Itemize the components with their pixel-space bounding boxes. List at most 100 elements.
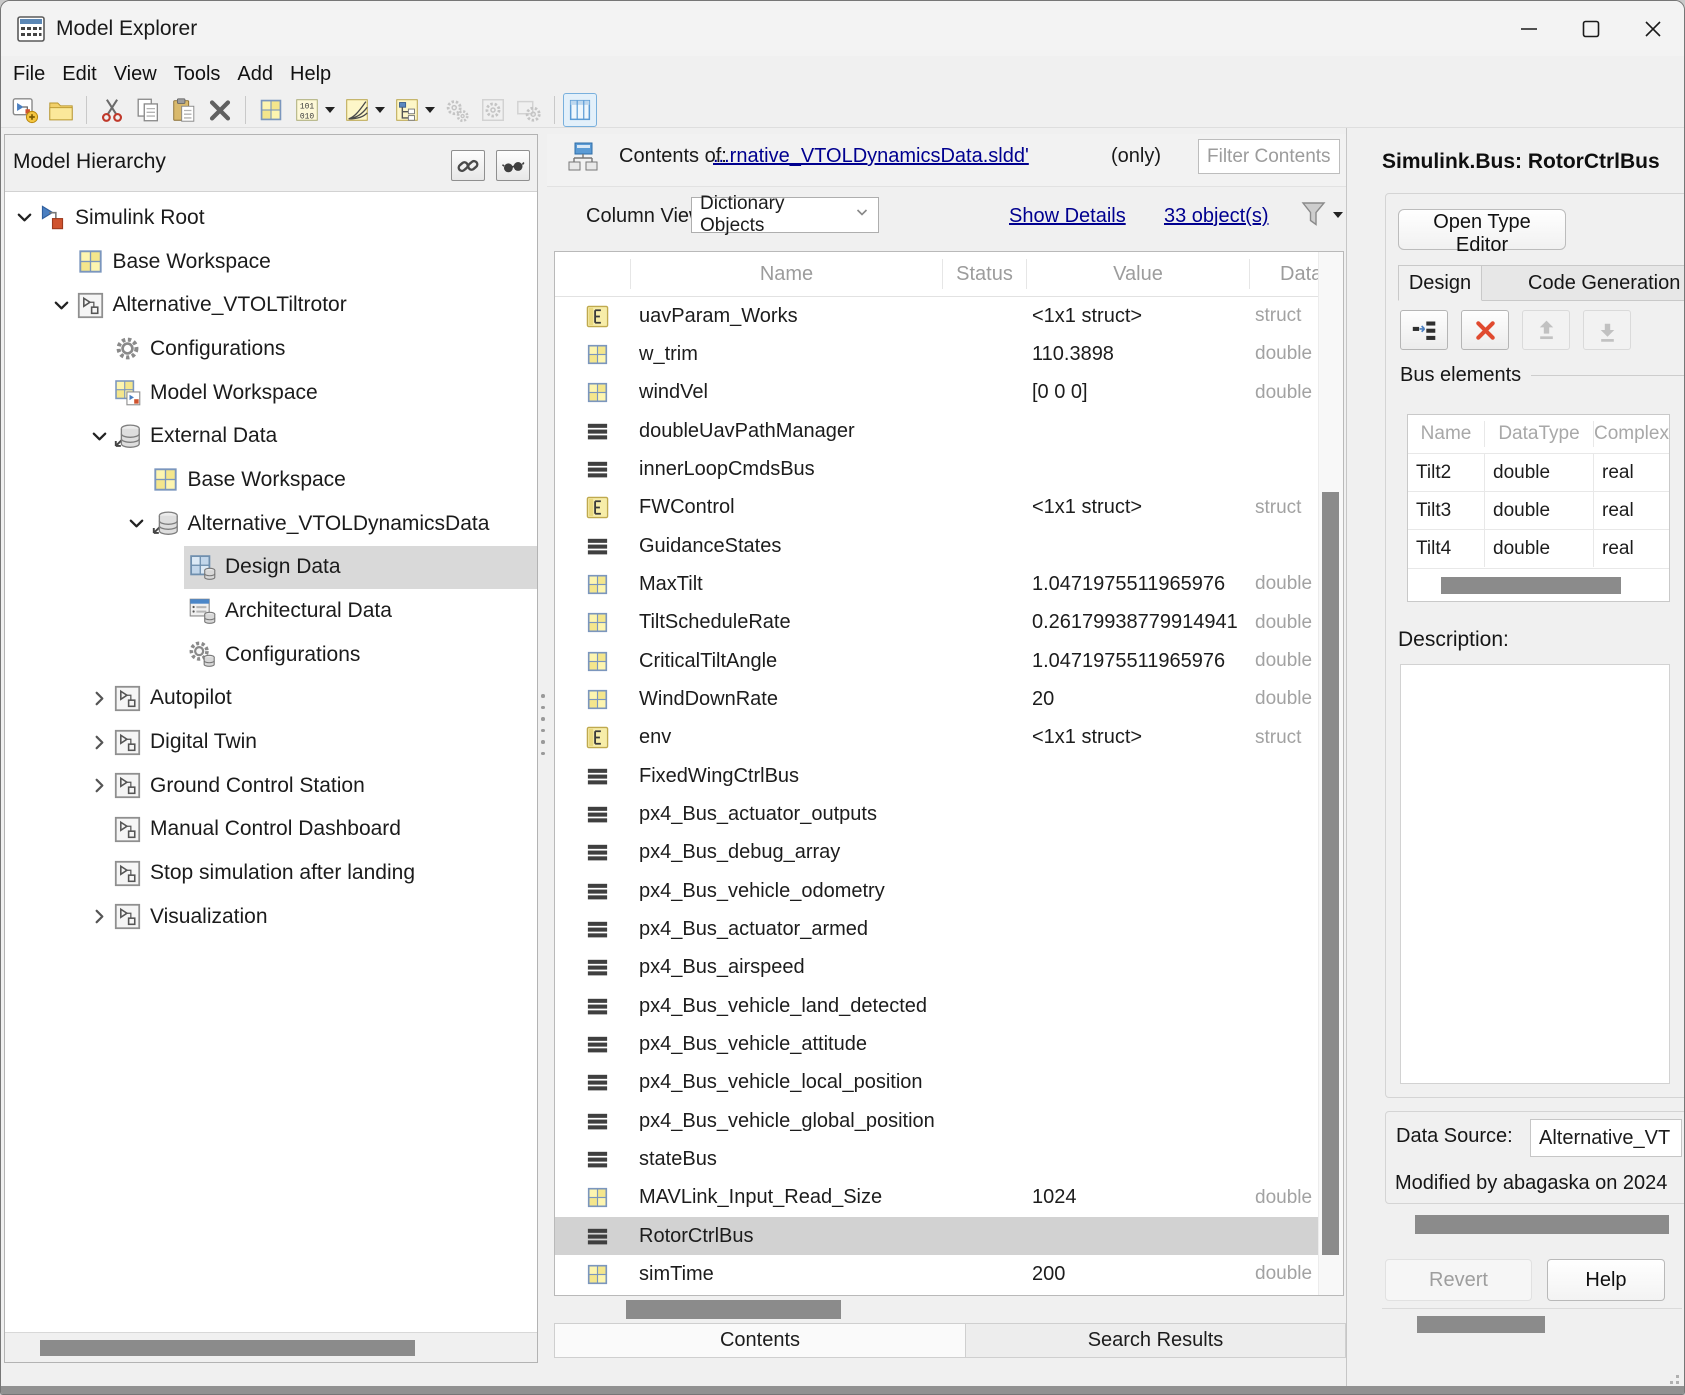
- table-row-px4-bus-airspeed[interactable]: px4_Bus_airspeed: [555, 949, 1318, 987]
- inspector-hscroll-thumb[interactable]: [1415, 1215, 1669, 1234]
- minimize-button[interactable]: [1498, 1, 1560, 56]
- table-row-px4-bus-actuator-outputs[interactable]: px4_Bus_actuator_outputs: [555, 795, 1318, 833]
- column-header-datatype[interactable]: DataType: [1249, 259, 1318, 289]
- table-row-windvel[interactable]: windVel[0 0 0]double: [555, 374, 1318, 412]
- inspector-bottom-hscroll-thumb[interactable]: [1417, 1316, 1545, 1333]
- bus-element-row-tilt2[interactable]: Tilt2doublereal: [1408, 453, 1669, 491]
- tree-item-base-workspace[interactable]: Base Workspace: [5, 240, 537, 284]
- hierarchy-horizontal-scrollbar[interactable]: [5, 1332, 537, 1362]
- base-workspace-button[interactable]: [254, 93, 288, 127]
- add-bus-element-button[interactable]: [1400, 310, 1448, 350]
- table-row-px4-bus-actuator-armed[interactable]: px4_Bus_actuator_armed: [555, 910, 1318, 948]
- dictionary-file-link[interactable]: ...rnative_VTOLDynamicsData.sldd': [713, 145, 1029, 168]
- dropdown-arrow-icon[interactable]: [325, 107, 335, 113]
- tree-item-design-data[interactable]: Design Data: [5, 546, 537, 590]
- table-row-criticaltiltangle[interactable]: CriticalTiltAngle1.0471975511965976doubl…: [555, 642, 1318, 680]
- menu-file[interactable]: File: [13, 63, 45, 86]
- hierarchy-view-button[interactable]: [390, 93, 438, 127]
- open-folder-button[interactable]: [44, 93, 78, 127]
- tree-item-simulink-root[interactable]: Simulink Root: [5, 196, 537, 240]
- table-row-mavlink-input-read-size[interactable]: MAVLink_Input_Read_Size1024double: [555, 1179, 1318, 1217]
- tab-contents[interactable]: Contents: [554, 1323, 966, 1358]
- tree-item-ground-control-station[interactable]: Ground Control Station: [5, 764, 537, 808]
- table-row-px4-bus-vehicle-local-position[interactable]: px4_Bus_vehicle_local_position: [555, 1064, 1318, 1102]
- menu-add[interactable]: Add: [237, 63, 273, 86]
- menu-help[interactable]: Help: [290, 63, 331, 86]
- maximize-button[interactable]: [1560, 1, 1622, 56]
- paste-button[interactable]: [167, 93, 201, 127]
- column-header-value[interactable]: Value: [1026, 259, 1249, 289]
- table-row-px4-bus-debug-array[interactable]: px4_Bus_debug_array: [555, 834, 1318, 872]
- table-row-guidancestates[interactable]: GuidanceStates: [555, 527, 1318, 565]
- table-row-winddownrate[interactable]: WindDownRate20double: [555, 680, 1318, 718]
- hierarchy-hscroll-thumb[interactable]: [40, 1340, 415, 1356]
- delete-bus-element-button[interactable]: [1461, 310, 1509, 350]
- link-library-button[interactable]: [451, 150, 485, 181]
- resize-grip-icon[interactable]: [1663, 1368, 1679, 1384]
- tab-code-generation[interactable]: Code Generation: [1482, 265, 1685, 301]
- open-type-editor-button[interactable]: Open Type Editor: [1398, 209, 1566, 250]
- dropdown-arrow-icon[interactable]: [425, 107, 435, 113]
- tree-item-configurations[interactable]: Configurations: [5, 633, 537, 677]
- tree-item-alternative-vtoldynamicsdata[interactable]: Alternative_VTOLDynamicsData: [5, 502, 537, 546]
- table-row-innerloopcmdsbus[interactable]: innerLoopCmdsBus: [555, 450, 1318, 488]
- tree-item-architectural-data[interactable]: Architectural Data: [5, 589, 537, 633]
- show-details-link[interactable]: Show Details: [1009, 205, 1126, 228]
- tree-item-external-data[interactable]: External Data: [5, 414, 537, 458]
- new-model-button[interactable]: [8, 93, 42, 127]
- contents-hscroll-thumb[interactable]: [626, 1300, 841, 1319]
- table-row-px4-bus-vehicle-odometry[interactable]: px4_Bus_vehicle_odometry: [555, 872, 1318, 910]
- table-row-uavparam-works[interactable]: uavParam_Works<1x1 struct>struct: [555, 297, 1318, 335]
- table-row-doubleuavpathmanager[interactable]: doubleUavPathManager: [555, 412, 1318, 450]
- column-header-name[interactable]: Name: [630, 259, 942, 289]
- close-button[interactable]: [1622, 1, 1684, 56]
- filter-contents-input[interactable]: [1198, 139, 1340, 174]
- tree-item-manual-control-dashboard[interactable]: Manual Control Dashboard: [5, 808, 537, 852]
- tree-item-autopilot[interactable]: Autopilot: [5, 677, 537, 721]
- left-splitter-grip[interactable]: [541, 694, 545, 755]
- table-row-tiltschedulerate[interactable]: TiltScheduleRate0.26179938779914941doubl…: [555, 604, 1318, 642]
- column-view-select[interactable]: Dictionary Objects: [691, 197, 879, 233]
- table-row-fwcontrol[interactable]: FWControl<1x1 struct>struct: [555, 489, 1318, 527]
- filter-options-button[interactable]: [1299, 196, 1343, 234]
- description-input[interactable]: [1400, 664, 1670, 1084]
- bus-element-row-tilt3[interactable]: Tilt3doublereal: [1408, 491, 1669, 529]
- tree-item-visualization[interactable]: Visualization: [5, 895, 537, 939]
- table-row-statebus[interactable]: stateBus: [555, 1140, 1318, 1178]
- signal-plot-button[interactable]: [340, 93, 388, 127]
- table-row-px4-bus-vehicle-land-detected[interactable]: px4_Bus_vehicle_land_detected: [555, 987, 1318, 1025]
- table-row-fixedwingctrlbus[interactable]: FixedWingCtrlBus: [555, 757, 1318, 795]
- preview-glasses-button[interactable]: [496, 150, 530, 181]
- column-view-button[interactable]: [563, 93, 597, 127]
- bus-table-hscrollbar[interactable]: [1408, 568, 1669, 601]
- column-header-status[interactable]: Status: [942, 259, 1026, 289]
- menu-edit[interactable]: Edit: [62, 63, 96, 86]
- copy-button[interactable]: [131, 93, 165, 127]
- menu-tools[interactable]: Tools: [174, 63, 221, 86]
- help-button[interactable]: Help: [1547, 1259, 1665, 1301]
- delete-button[interactable]: [203, 93, 237, 127]
- tree-item-stop-simulation-after-landing[interactable]: Stop simulation after landing: [5, 851, 537, 895]
- table-row-maxtilt[interactable]: MaxTilt1.0471975511965976double: [555, 565, 1318, 603]
- table-row-env[interactable]: env<1x1 struct>struct: [555, 719, 1318, 757]
- cut-button[interactable]: [95, 93, 129, 127]
- table-row-simtime[interactable]: simTime200double: [555, 1255, 1318, 1293]
- data-source-field[interactable]: Alternative_VT: [1530, 1119, 1682, 1157]
- table-row-px4-bus-vehicle-global-position[interactable]: px4_Bus_vehicle_global_position: [555, 1102, 1318, 1140]
- tree-item-model-workspace[interactable]: Model Workspace: [5, 371, 537, 415]
- tree-item-alternative-vtoltiltrotor[interactable]: Alternative_VTOLTiltrotor: [5, 283, 537, 327]
- table-row-rotorctrlbus[interactable]: RotorCtrlBus: [555, 1217, 1318, 1255]
- tab-search-results[interactable]: Search Results: [966, 1323, 1346, 1358]
- tree-item-configurations[interactable]: Configurations: [5, 327, 537, 371]
- table-row-w-trim[interactable]: w_trim110.3898double: [555, 335, 1318, 373]
- tab-design[interactable]: Design: [1398, 265, 1482, 301]
- bus-element-row-tilt4[interactable]: Tilt4doublereal: [1408, 529, 1669, 567]
- table-row-px4-bus-vehicle-attitude[interactable]: px4_Bus_vehicle_attitude: [555, 1025, 1318, 1063]
- bus-table-hscroll-thumb[interactable]: [1441, 577, 1621, 594]
- dropdown-arrow-icon[interactable]: [375, 107, 385, 113]
- contents-vscroll-thumb[interactable]: [1322, 492, 1339, 1255]
- object-count-link[interactable]: 33 object(s): [1164, 205, 1269, 228]
- tree-item-digital-twin[interactable]: Digital Twin: [5, 720, 537, 764]
- contents-vertical-scrollbar[interactable]: [1318, 252, 1343, 1295]
- data-table-button[interactable]: 101010: [290, 93, 338, 127]
